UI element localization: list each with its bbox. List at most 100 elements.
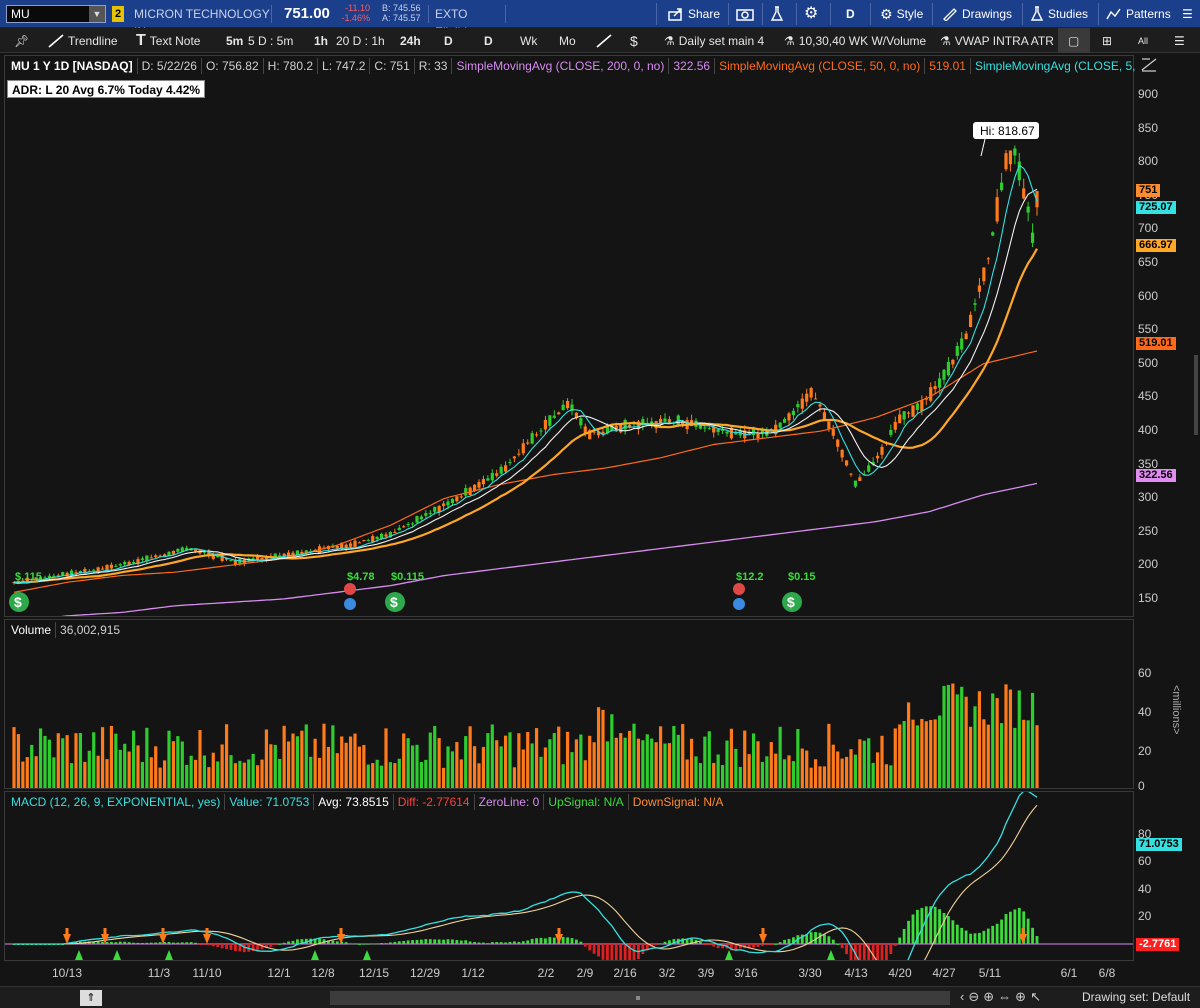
tf-d-button[interactable]: D <box>444 32 453 50</box>
volume-bar <box>78 733 83 788</box>
cursor-icon[interactable]: ↖ <box>1030 989 1041 1005</box>
study-set-icon: ⚗ <box>664 34 675 48</box>
volume-bar <box>202 755 207 788</box>
macd-histogram-bar <box>353 943 357 945</box>
study-set-icon: ⚗ <box>940 34 951 48</box>
bar-close: C: 751 <box>370 58 415 74</box>
symbol-dropdown-icon[interactable]: ▼ <box>89 6 105 22</box>
dividend-icon-glyph: $ <box>390 594 398 610</box>
link-group-badge[interactable]: 2 <box>112 6 124 22</box>
tf-1h-button[interactable]: 1h <box>314 32 328 50</box>
study-set-3-button[interactable]: ⚗ VWAP INTRA ATR <box>940 32 1054 50</box>
style-button[interactable]: ⚙ Style <box>880 4 923 24</box>
volume-pane[interactable]: Volume 36,002,915 <box>4 619 1134 789</box>
volume-value: 36,002,915 <box>60 623 121 637</box>
time-scrollbar[interactable] <box>330 991 950 1005</box>
candle-body <box>557 412 561 415</box>
date-axis[interactable]: 10/13 11/3 11/10 12/1 12/8 12/15 12/29 1/12 2/2 2… <box>4 963 1134 985</box>
macd-histogram-bar <box>521 941 525 944</box>
crosshair-icon[interactable]: ⊕ <box>1015 989 1026 1005</box>
price-chart-canvas[interactable]: Hi: 818.67 $.115 $ $4.78 $0.115 $ $12.2 $0.15 $ <box>5 56 1133 616</box>
tf-20d1h-button[interactable]: 20 D : 1h <box>336 32 385 50</box>
all-button[interactable]: All <box>1138 32 1148 50</box>
text-note-button[interactable]: T Text Note <box>136 32 200 50</box>
grid-layout-button[interactable]: ⊞ <box>1102 32 1112 50</box>
candle-body <box>827 421 831 429</box>
volume-bar <box>410 745 415 788</box>
candle-body <box>964 333 968 340</box>
camera-icon <box>736 9 754 21</box>
scroll-left-icon[interactable]: ‹ <box>960 989 964 1005</box>
chart-toolbar: 📌︎ Trendline T Text Note 5m 5 D : 5m 1h … <box>0 28 1200 53</box>
fit-icon[interactable]: ⇔ <box>998 989 1011 1005</box>
volume-bar <box>207 767 211 788</box>
line-tool-icon <box>596 34 612 48</box>
expand-up-icon: ⇑ <box>86 992 96 1004</box>
study-set-1-button[interactable]: ⚗ Daily set main 4 <box>664 32 764 50</box>
macd-histogram-bar <box>269 944 273 947</box>
price-tick: 200 <box>1138 557 1159 572</box>
expand-button[interactable]: ⇑ <box>80 990 102 1006</box>
aggregation-button[interactable]: D <box>846 4 855 24</box>
tf-wk-button[interactable]: Wk <box>520 32 537 50</box>
single-layout-button[interactable]: ▢ <box>1068 32 1079 50</box>
candle-body <box>880 446 884 455</box>
tf-d2-button[interactable]: D <box>484 32 493 50</box>
zoom-in-icon[interactable]: ⊕ <box>983 989 994 1005</box>
volume-bar <box>924 721 928 788</box>
studies-button[interactable]: Studies <box>1030 4 1088 24</box>
macd-histogram-bar <box>995 923 999 944</box>
lab-button[interactable] <box>770 4 784 24</box>
macd-histogram-bar <box>380 943 383 945</box>
volume-bar <box>875 752 880 788</box>
event-marker-earnings: $12.2 <box>733 571 764 610</box>
macd-pane[interactable]: MACD (12, 26, 9, EXPONENTIAL, yes) Value… <box>4 791 1134 961</box>
patterns-menu-button[interactable]: ☰ <box>1182 4 1193 24</box>
line-tool-button[interactable] <box>596 32 612 50</box>
volume-bar <box>38 728 43 788</box>
autoscale-icon[interactable] <box>1140 57 1160 73</box>
macd-histogram-bar <box>991 925 995 944</box>
drawings-button[interactable]: Drawings <box>942 4 1012 24</box>
tf-5m-button[interactable]: 5m <box>226 32 243 50</box>
price-chart-pane[interactable]: Hi: 818.67 $.115 $ $4.78 $0.115 $ $12.2 $0.15 $ … <box>4 55 1189 617</box>
axis-scrollbar[interactable] <box>1194 355 1198 435</box>
tf-mo-button[interactable]: Mo <box>559 32 576 50</box>
bar-open: O: 756.82 <box>202 58 264 74</box>
settings-button[interactable]: ⚙ <box>804 4 818 24</box>
patterns-button[interactable]: Patterns <box>1106 4 1171 24</box>
macd-title[interactable]: MACD (12, 26, 9, EXPONENTIAL, yes) <box>7 794 226 810</box>
pin-button[interactable]: 📌︎ <box>14 32 29 50</box>
volume-chart-canvas[interactable] <box>5 620 1133 788</box>
drawing-set-label[interactable]: Drawing set: Default <box>1082 990 1190 1004</box>
candle-body <box>707 428 711 430</box>
trendline-button[interactable]: Trendline <box>48 32 118 50</box>
candle-body <box>898 414 902 424</box>
macd-histogram-bar <box>203 944 206 945</box>
volume-bar <box>105 759 109 788</box>
toolbar-menu-button[interactable]: ☰ <box>1174 32 1185 50</box>
macd-histogram-bar <box>397 941 401 944</box>
tf-24h-button[interactable]: 24h <box>400 32 421 50</box>
candle-body <box>517 453 521 455</box>
price-tool-button[interactable]: $ <box>630 32 638 50</box>
volume-bar <box>340 736 344 788</box>
macd-value: Value: 71.0753 <box>225 794 315 810</box>
tf-5d5m-button[interactable]: 5 D : 5m <box>248 32 293 50</box>
price-axis[interactable]: 9008508007507006506005505004504003503002… <box>1136 55 1200 965</box>
snapshot-button[interactable] <box>736 4 754 24</box>
share-button[interactable]: Share <box>668 4 720 24</box>
date-tick: 5/11 <box>978 966 1002 980</box>
candle-body <box>335 545 339 549</box>
sma200-label[interactable]: SimpleMovingAvg (CLOSE, 200, 0, no) <box>452 58 670 74</box>
candle-body <box>526 442 530 444</box>
symbol-input[interactable]: MU ▼ <box>6 5 106 23</box>
volume-tick: 0 <box>1138 779 1145 793</box>
volume-bar <box>286 741 291 788</box>
zoom-out-icon[interactable]: ⊖ <box>968 989 979 1005</box>
sma50-label[interactable]: SimpleMovingAvg (CLOSE, 50, 0, no) <box>715 58 926 74</box>
volume-bar <box>685 759 689 788</box>
volume-bar <box>295 736 300 788</box>
study-set-2-button[interactable]: ⚗ 10,30,40 WK W/Volume <box>784 32 926 50</box>
macd-chart-canvas[interactable] <box>5 792 1133 960</box>
